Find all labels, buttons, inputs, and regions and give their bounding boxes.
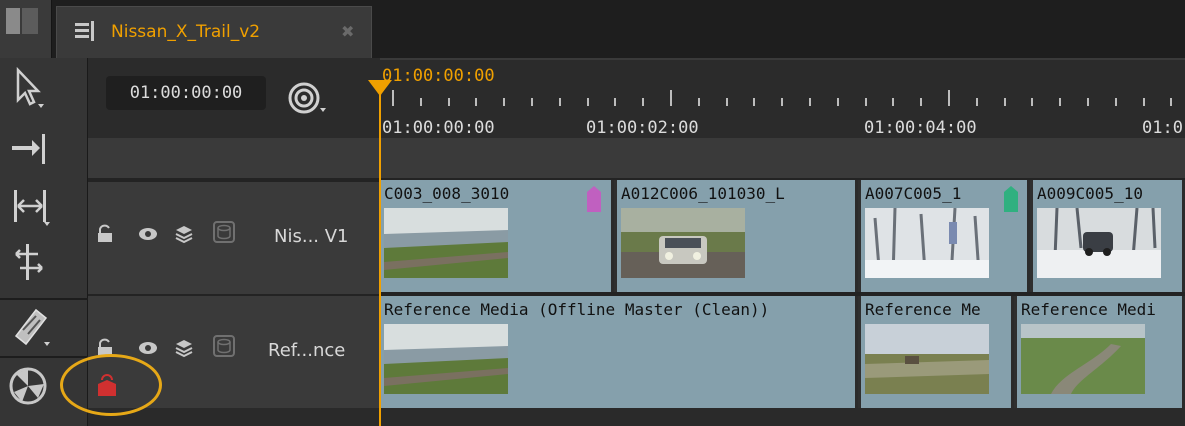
clip-name: Reference Media (Offline Master (Clean)): [384, 300, 770, 319]
clip-thumbnail: [384, 324, 508, 394]
multi-select-icon: [15, 244, 43, 280]
select-icon: [16, 66, 44, 108]
clip-thumbnail: [865, 208, 989, 278]
clip[interactable]: Reference Media (Offline Master (Clean)): [380, 296, 858, 408]
clip[interactable]: A009C005_10: [1033, 180, 1185, 292]
ruler-tick: [1031, 98, 1034, 106]
ruler-tick: [836, 98, 839, 106]
ruler-tick: [975, 98, 978, 106]
eye-icon[interactable]: [138, 224, 158, 244]
track-select-icon: [12, 134, 45, 164]
ruler-tick: [864, 98, 867, 106]
timeline-ruler[interactable]: 01:00:00:00 01:00:00:00 01:00:02:00 01:0…: [380, 58, 1185, 138]
ruler-tick: [697, 98, 700, 106]
ruler-label: 01:00:02:00: [586, 118, 699, 138]
timecode-area: 01:00:00:00: [88, 58, 380, 138]
timecode-field[interactable]: 01:00:00:00: [106, 76, 266, 110]
multi-select-tool-button[interactable]: [6, 238, 72, 298]
tab-title: Nissan_X_Trail_v2: [111, 22, 261, 42]
ruler-tick: [503, 98, 506, 106]
ruler-tick: [670, 90, 672, 106]
playhead-timecode: 01:00:00:00: [382, 66, 495, 86]
clip-thumbnail: [1021, 324, 1145, 394]
clip[interactable]: Reference Me: [861, 296, 1014, 408]
ruler-tick: [948, 90, 950, 106]
track-lane-video: C003_008_3010 A012C006_101030_L A007C005…: [380, 180, 1185, 292]
track-select-tool-button[interactable]: [6, 126, 72, 186]
clip-thumbnail: [1037, 208, 1161, 278]
clip-thumbnail: [865, 324, 989, 394]
panel-menu-button[interactable]: [0, 0, 52, 58]
ruler-tick: [725, 98, 728, 106]
clip[interactable]: C003_008_3010: [380, 180, 614, 292]
ruler-tick: [475, 98, 478, 106]
ruler-tick: [392, 90, 394, 106]
ruler-tick: [1087, 98, 1089, 106]
ruler-tick: [753, 98, 756, 106]
eye-icon[interactable]: [138, 338, 158, 358]
ruler-tick: [892, 98, 895, 106]
playhead[interactable]: [379, 82, 381, 426]
tab-sequence[interactable]: Nissan_X_Trail_v2 ✖: [56, 6, 372, 58]
track-name: Nis... V1: [274, 226, 349, 247]
ruler-tick: [558, 98, 561, 106]
ruler-tick: [920, 98, 923, 106]
track-name: Ref...nce: [268, 340, 346, 361]
sequence-icon: [75, 21, 94, 41]
clip-name: Reference Medi: [1021, 300, 1156, 319]
layers-icon[interactable]: [174, 338, 194, 358]
clip-thumbnail: [384, 208, 508, 278]
track-lane-reference: Reference Media (Offline Master (Clean))…: [380, 296, 1185, 408]
disk-icon[interactable]: [212, 220, 236, 244]
slip-icon: [14, 190, 50, 226]
layers-icon[interactable]: [174, 224, 194, 244]
disk-icon[interactable]: [212, 334, 236, 358]
settings-icon: [9, 367, 47, 405]
clip[interactable]: Reference Medi: [1017, 296, 1185, 408]
razor-tool-button[interactable]: [6, 302, 72, 362]
ruler-tick: [1142, 98, 1145, 106]
ruler-tick: [447, 98, 450, 106]
ruler-tick: [1003, 98, 1006, 106]
razor-icon: [14, 308, 50, 346]
empty-track-row: [88, 138, 1185, 180]
clip-thumbnail: [621, 208, 745, 278]
clip-name: Reference Me: [865, 300, 981, 319]
ruler-tick: [809, 98, 811, 106]
timeline-bottom-strip: [88, 408, 1185, 426]
highlight-callout: [60, 354, 162, 416]
clip-name: A007C005_1: [865, 184, 962, 203]
ruler-label: 01:00:04:00: [864, 118, 977, 138]
track-header-video[interactable]: Nis... V1: [88, 180, 380, 294]
ruler-tick: [614, 98, 617, 106]
clip-name: A009C005_10: [1037, 184, 1143, 203]
ruler-tick: [642, 98, 645, 106]
ruler-tick: [781, 98, 784, 106]
tab-bar: Nissan_X_Trail_v2 ✖: [0, 0, 1185, 58]
ruler-tick: [531, 98, 533, 106]
ruler-label: 01:0: [1142, 118, 1183, 138]
lock-icon[interactable]: [96, 224, 116, 244]
clip-name: A012C006_101030_L: [621, 184, 785, 203]
snap-target-icon[interactable]: [286, 80, 328, 116]
slip-tool-button[interactable]: [6, 182, 72, 242]
ruler-tick: [1114, 98, 1117, 106]
ruler-tick: [1059, 98, 1062, 106]
ruler-tick: [419, 98, 422, 106]
ruler-label: 01:00:00:00: [382, 118, 495, 138]
select-tool-button[interactable]: [6, 64, 72, 124]
clip-name: C003_008_3010: [384, 184, 510, 203]
clip[interactable]: A012C006_101030_L: [617, 180, 858, 292]
clip[interactable]: A007C005_1: [861, 180, 1030, 292]
ruler-tick: [1170, 98, 1173, 106]
close-icon[interactable]: ✖: [341, 22, 354, 41]
tag-icon: [1004, 186, 1018, 212]
ruler-tick: [586, 98, 589, 106]
tag-icon: [587, 186, 601, 212]
